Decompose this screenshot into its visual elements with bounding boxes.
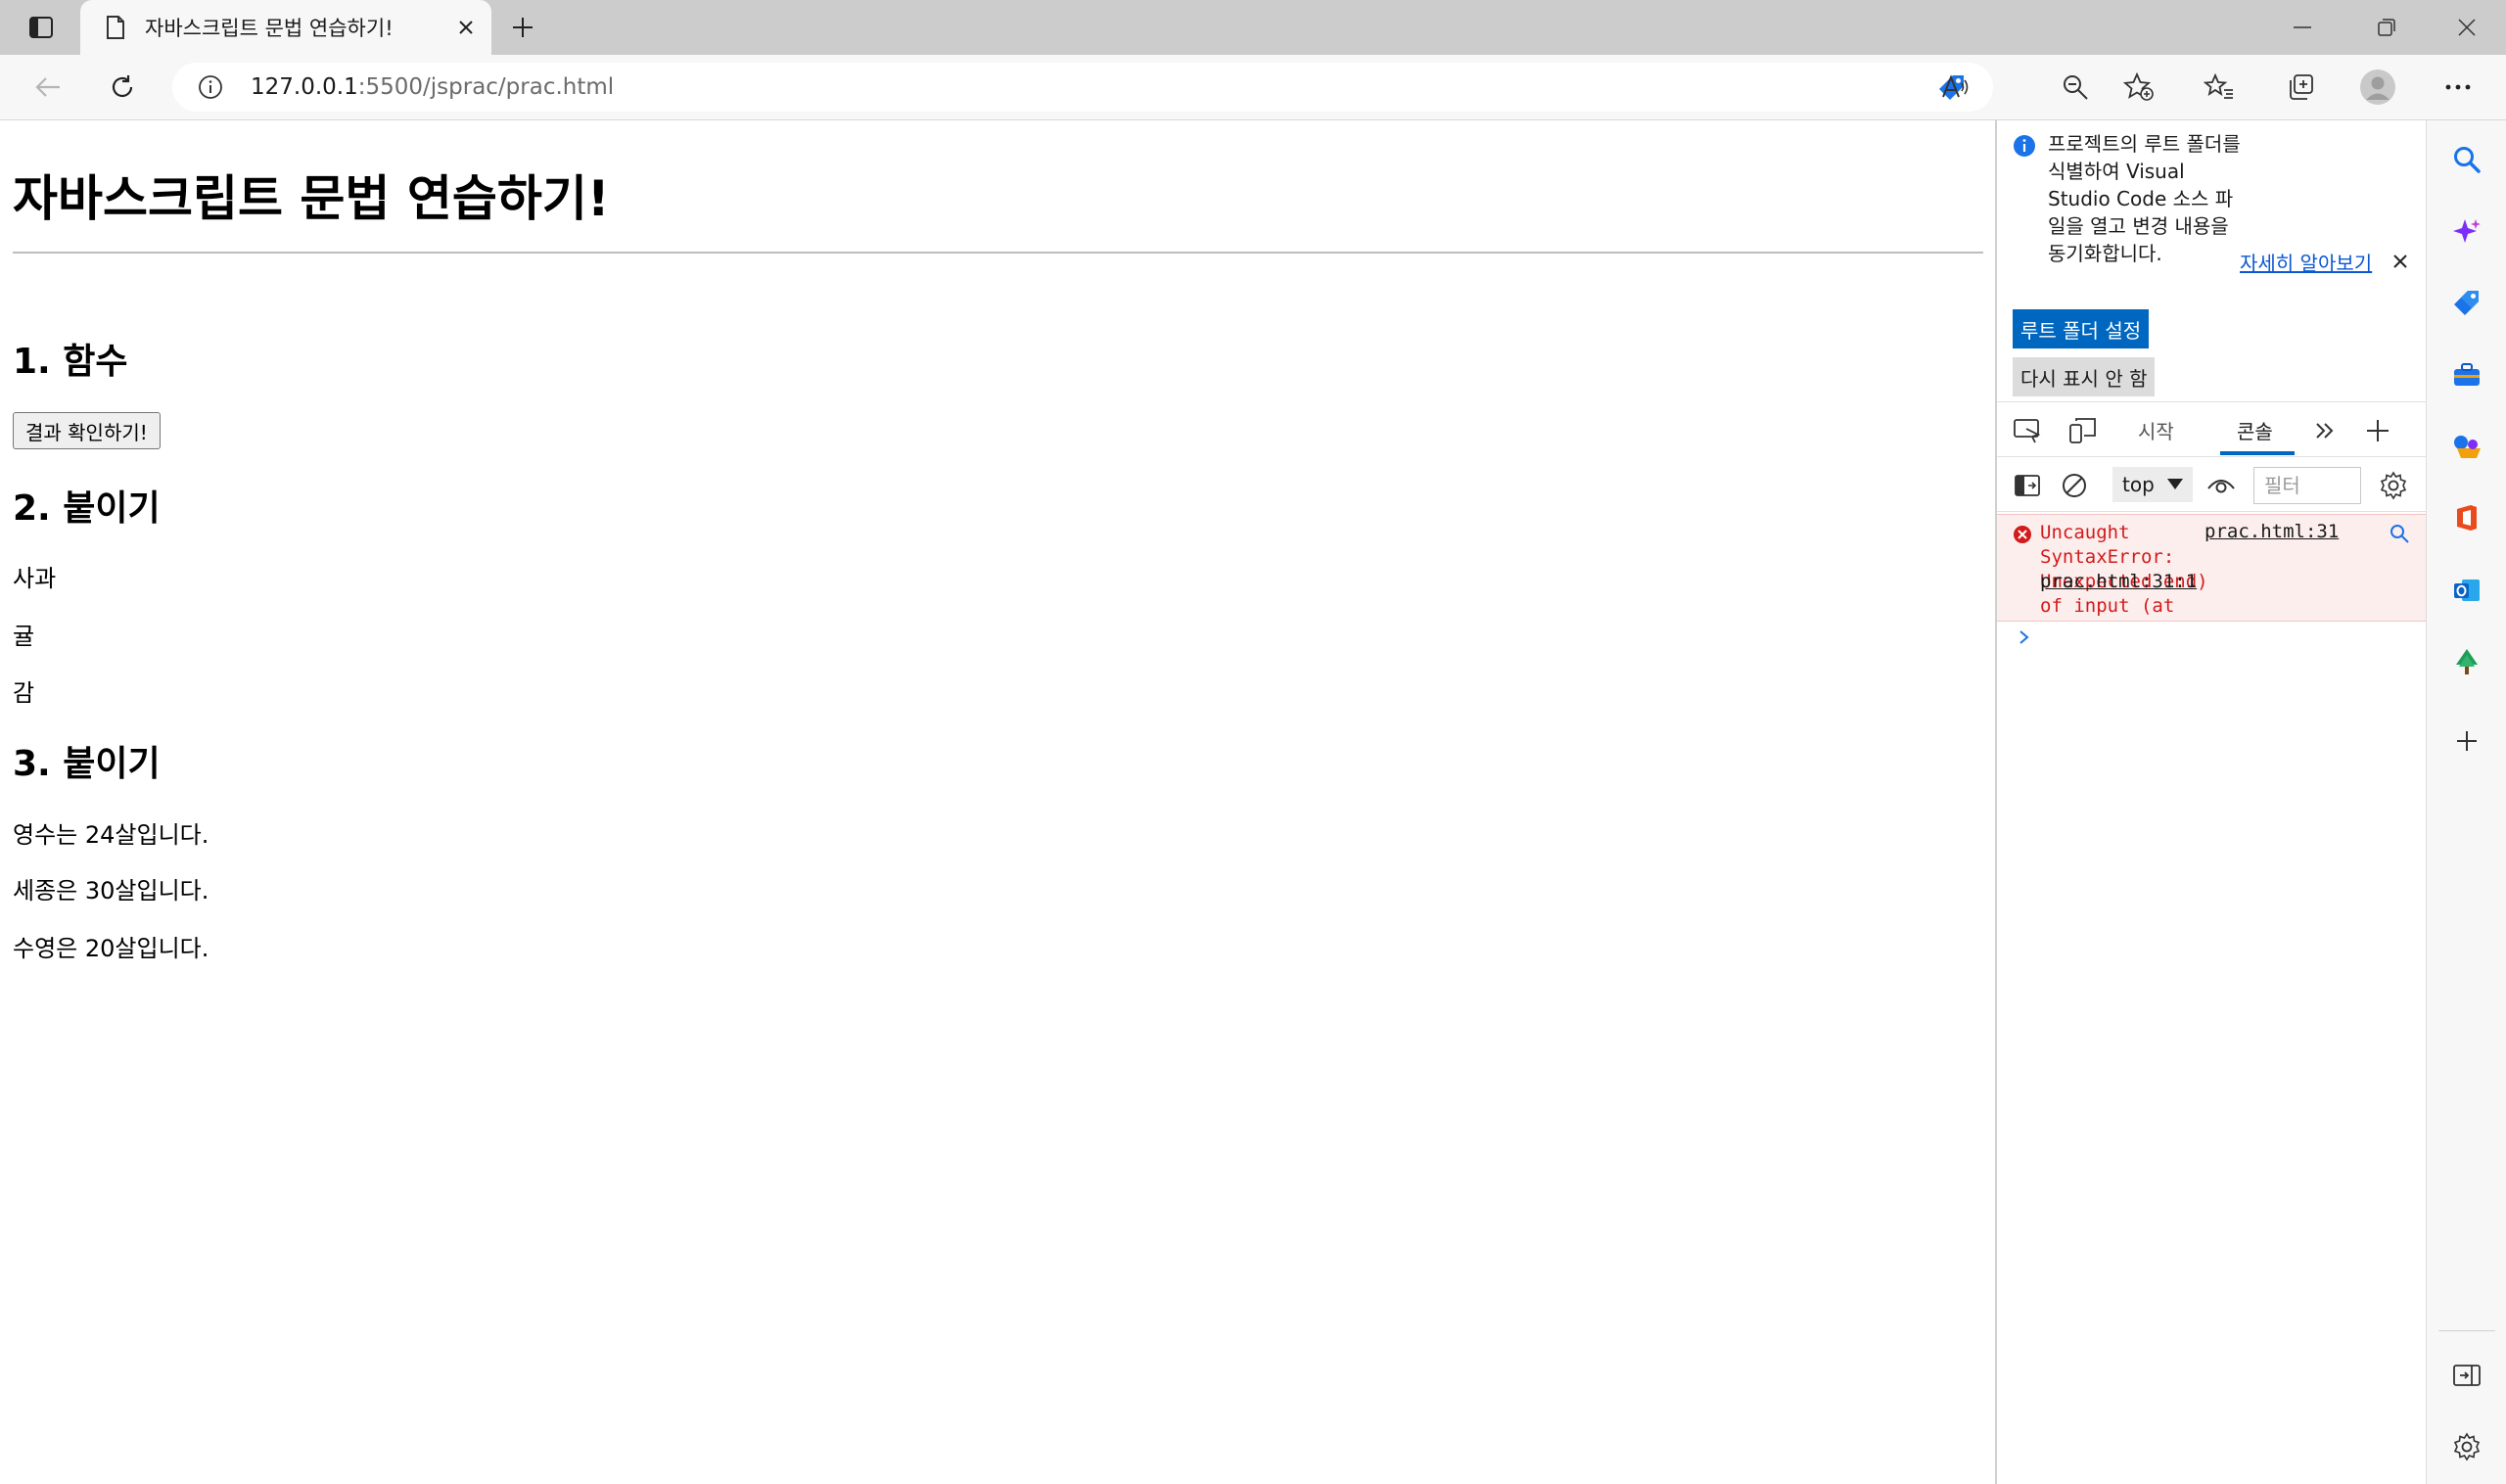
favorites-icon[interactable]: [2197, 65, 2242, 110]
page-icon: [102, 14, 129, 41]
console-sidebar-icon[interactable]: [2011, 469, 2044, 502]
tab-title: 자바스크립트 문법 연습하기!: [145, 17, 394, 40]
fruit-item: 감: [13, 679, 35, 707]
error-location-link[interactable]: prac.html:31:1: [2040, 571, 2197, 592]
console-error-entry: Uncaught SyntaxError: Unexpected end of …: [1997, 514, 2426, 622]
context-value: top: [2122, 473, 2155, 496]
error-location: prac.html:31:1): [2040, 570, 2412, 594]
section-heading-2: 2. 붙이기: [13, 488, 161, 529]
add-favorite-icon[interactable]: [2116, 65, 2161, 110]
age-item: 수영은 20살입니다.: [13, 935, 209, 962]
zoom-out-icon[interactable]: [2053, 65, 2098, 110]
dont-show-again-button[interactable]: 다시 표시 안 함: [2013, 357, 2156, 396]
console-prompt-chevron-icon[interactable]: [2015, 627, 2034, 647]
profile-avatar[interactable]: [2355, 65, 2400, 110]
console-toolbar: top: [1997, 457, 2426, 512]
error-location-suffix: ): [2197, 571, 2208, 592]
add-tool-icon[interactable]: [2361, 414, 2394, 447]
section-heading-1: 1. 함수: [13, 342, 128, 382]
search-icon[interactable]: [2389, 523, 2410, 544]
info-icon: [2014, 135, 2035, 157]
learn-more-link[interactable]: 자세히 알아보기: [2240, 248, 2372, 276]
console-filter-input[interactable]: [2253, 467, 2361, 504]
new-tab-icon[interactable]: [503, 10, 542, 45]
chevron-down-icon: [2167, 479, 2183, 489]
browser-toolbar: 127.0.0.1:5500/jsprac/prac.html: [0, 55, 2506, 120]
error-source-link[interactable]: prac.html:31: [2204, 521, 2339, 542]
sidebar-divider: [2438, 1330, 2495, 1331]
copilot-sparkle-icon[interactable]: [2447, 212, 2486, 252]
context-selector[interactable]: top: [2112, 467, 2193, 502]
divider: [13, 252, 1983, 254]
url-text[interactable]: 127.0.0.1:5500/jsprac/prac.html: [251, 74, 614, 100]
banner-close-icon[interactable]: [2389, 250, 2412, 273]
active-tab-indicator: [2220, 451, 2295, 455]
shopping-icon[interactable]: [2447, 284, 2486, 323]
sidebar-settings-gear-icon[interactable]: [2447, 1427, 2486, 1466]
age-item: 영수는 24살입니다.: [13, 821, 209, 849]
devtools-panel: 프로젝트의 루트 폴더를 식별하여 Visual Studio Code 소스 …: [1995, 120, 2426, 1484]
clear-console-icon[interactable]: [2058, 469, 2091, 502]
more-tabs-icon[interactable]: [2308, 414, 2342, 447]
workspace-banner: 프로젝트의 루트 폴더를 식별하여 Visual Studio Code 소스 …: [1997, 120, 2426, 402]
inspect-element-icon[interactable]: [2011, 414, 2044, 447]
address-bar[interactable]: 127.0.0.1:5500/jsprac/prac.html: [172, 63, 1993, 112]
set-root-folder-button[interactable]: 루트 폴더 설정: [2013, 309, 2150, 348]
devtools-tabbar: 시작 콘솔: [1997, 402, 2426, 457]
tab-close-icon[interactable]: [450, 12, 482, 43]
outlook-icon[interactable]: [2447, 571, 2486, 610]
tab-console[interactable]: 콘솔: [2237, 416, 2273, 444]
browser-tab-active[interactable]: 자바스크립트 문법 연습하기!: [80, 0, 491, 55]
back-icon[interactable]: [25, 65, 70, 110]
tab-welcome[interactable]: 시작: [2138, 416, 2174, 444]
site-info-icon[interactable]: [196, 72, 225, 102]
hide-sidebar-icon[interactable]: [2447, 1356, 2486, 1395]
minimize-icon[interactable]: [2263, 0, 2342, 55]
edge-sidebar: [2426, 120, 2506, 1484]
tab-actions-icon[interactable]: [22, 10, 61, 45]
age-item: 세종은 30살입니다.: [13, 877, 209, 904]
fruit-item: 사과: [13, 565, 57, 592]
page-title: 자바스크립트 문법 연습하기!: [13, 170, 610, 227]
result-check-button[interactable]: 결과 확인하기!: [13, 412, 161, 449]
office-icon[interactable]: [2447, 498, 2486, 537]
page-content: 자바스크립트 문법 연습하기! 1. 함수 결과 확인하기! 2. 붙이기 사과…: [0, 120, 1995, 1484]
live-expression-eye-icon[interactable]: [2204, 469, 2238, 502]
read-aloud-icon[interactable]: [1933, 65, 1978, 110]
tab-strip: 자바스크립트 문법 연습하기!: [0, 0, 2506, 55]
device-emulation-icon[interactable]: [2065, 414, 2099, 447]
section-heading-3: 3. 붙이기: [13, 744, 161, 784]
tools-briefcase-icon[interactable]: [2447, 355, 2486, 394]
games-icon[interactable]: [2447, 427, 2486, 466]
console-settings-gear-icon[interactable]: [2377, 469, 2410, 502]
error-icon: [2014, 526, 2031, 543]
add-sidebar-app-icon[interactable]: [2447, 721, 2486, 761]
fruit-item: 귤: [13, 623, 35, 650]
search-icon[interactable]: [2447, 140, 2486, 179]
restore-icon[interactable]: [2347, 0, 2426, 55]
collections-icon[interactable]: [2278, 65, 2323, 110]
window-close-icon[interactable]: [2428, 0, 2506, 55]
banner-text: 프로젝트의 루트 폴더를 식별하여 Visual Studio Code 소스 …: [2048, 132, 2241, 265]
refresh-icon[interactable]: [100, 65, 145, 110]
more-menu-icon[interactable]: [2436, 65, 2481, 110]
drop-tree-icon[interactable]: [2447, 642, 2486, 681]
